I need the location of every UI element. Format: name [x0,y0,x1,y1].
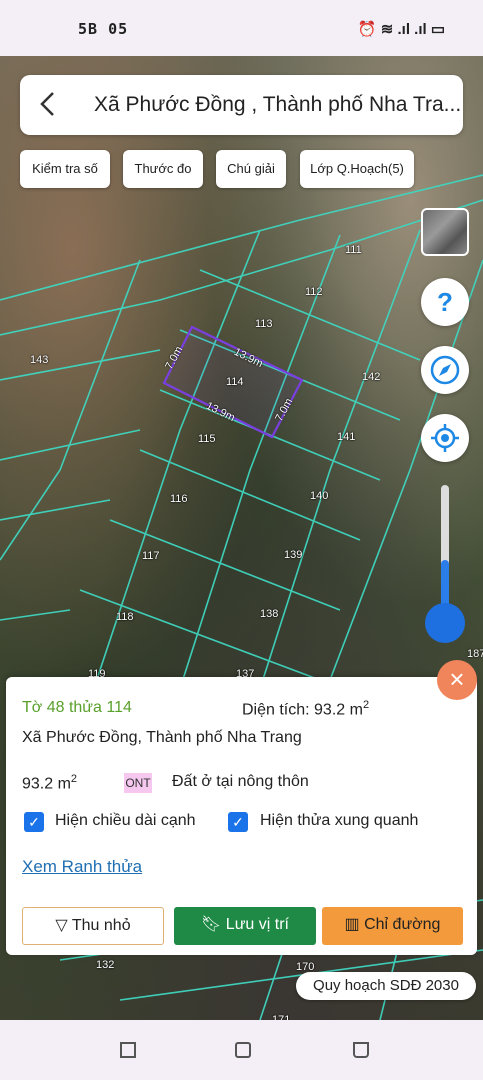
lot-number-label: 111 [345,244,362,256]
edge-length-label: Hiện chiều dài cạnh [55,812,196,829]
home-icon[interactable] [235,1042,251,1058]
land-code-badge: ONT [124,773,152,793]
close-icon: × [449,664,465,694]
neighbors-label: Hiện thửa xung quanh [260,812,419,829]
save-location-button[interactable]: 🔖︎ Lưu vị trí [174,907,316,945]
back-nav-icon[interactable] [353,1042,369,1058]
layer-switch-button[interactable] [421,208,469,256]
lot-number-label: 140 [310,490,329,502]
compass-button[interactable] [421,346,469,394]
lot-number-label: 139 [284,549,303,561]
lot-number-label: 142 [362,371,381,383]
zoom-slider-handle[interactable] [425,603,465,643]
area-value: 93.2 m2 [22,773,78,793]
lot-number-label: 141 [337,431,356,443]
lot-number-label: 143 [30,354,49,366]
edge-length-checkbox[interactable]: ✓ [24,812,44,832]
status-left: 5B 05 [78,20,129,38]
map-icon: ▥ [344,916,365,933]
planning-year-pill[interactable]: Quy hoạch SDĐ 2030 [296,972,476,1000]
system-nav-bar [0,1020,483,1080]
planning-layer-chip[interactable]: Lớp Q.Hoạch(5) [300,150,414,188]
parcel-info-panel: Tờ 48 thửa 114 Diện tích: 93.2 m2 Xã Phư… [6,677,477,955]
lot-number-label: 113 [255,318,273,330]
legend-chip[interactable]: Chú giải [216,150,286,188]
lot-number-label: 116 [170,493,188,505]
lot-number-label: 117 [142,550,160,562]
land-type: Đất ở tại nông thôn [172,773,309,790]
lot-number-label: 114 [226,376,244,388]
lot-number-label: 115 [198,433,216,445]
directions-button[interactable]: ▥ Chỉ đường [322,907,463,945]
lot-id: Tờ 48 thửa 114 [22,699,132,716]
triangle-down-icon: ▽ [55,917,72,934]
lot-number-label: 138 [260,608,279,620]
help-icon: ? [437,287,453,317]
parcel-address: Xã Phước Đồng, Thành phố Nha Trang [22,729,302,746]
check-number-chip[interactable]: Kiểm tra số [20,150,110,188]
crosshair-icon [431,424,459,452]
chevron-left-icon[interactable] [34,89,64,119]
area-label: Diện tích: 93.2 m2 [242,699,370,719]
measure-chip[interactable]: Thước đo [123,150,203,188]
status-bar: 5B 05 ⏰ ≋ .ıl .ıl ▭ [0,0,483,56]
lot-number-label: 187 [467,648,483,660]
locate-button[interactable] [421,414,469,462]
lot-number-label: 118 [116,611,134,623]
compass-icon [430,355,460,385]
lot-number-label: 112 [305,286,323,298]
view-boundary-link[interactable]: Xem Ranh thửa [22,857,142,877]
location-header[interactable]: Xã Phước Đồng , Thành phố Nha Tra... [20,75,463,135]
lot-number-label: 132 [96,959,115,971]
shrink-button[interactable]: ▽ Thu nhỏ [22,907,164,945]
recent-apps-icon[interactable] [120,1042,136,1058]
location-title: Xã Phước Đồng , Thành phố Nha Tra... [94,93,462,116]
close-button[interactable]: × [437,660,477,700]
neighbors-checkbox[interactable]: ✓ [228,812,248,832]
status-right: ⏰ ≋ .ıl .ıl ▭ [357,21,445,38]
bookmark-icon: 🔖︎ [201,916,226,933]
help-button[interactable]: ? [421,278,469,326]
